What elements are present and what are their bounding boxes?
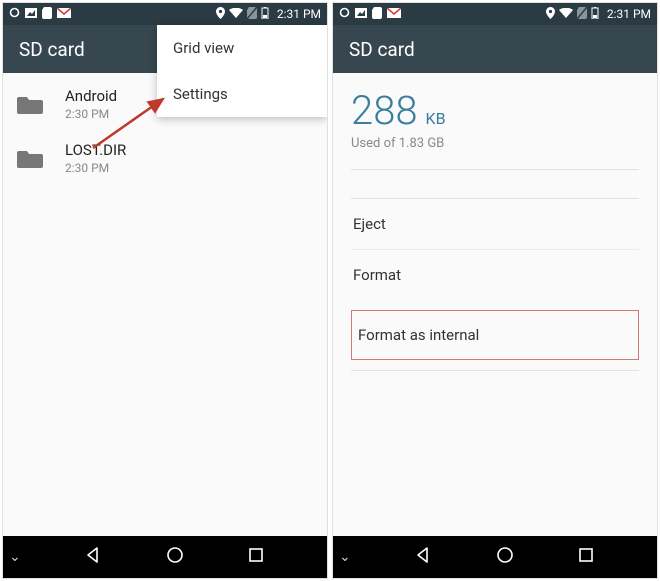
image-icon (355, 7, 367, 21)
page-title: SD card (349, 38, 415, 61)
folder-time: 2:30 PM (65, 107, 117, 121)
battery-icon (261, 7, 269, 22)
used-value: 288 (351, 87, 418, 134)
location-icon (216, 7, 225, 22)
phone-left: 2:31 PM SD card Grid view Settings Andro… (2, 2, 328, 579)
storage-used: 288 KB (351, 87, 639, 134)
status-bar: 2:31 PM (333, 3, 657, 25)
circle-icon (9, 7, 20, 21)
action-format-internal[interactable]: Format as internal (351, 310, 639, 360)
sd-details: 288 KB Used of 1.83 GB Eject Format Form… (333, 73, 657, 536)
overflow-menu: Grid view Settings (157, 25, 327, 117)
nav-caret-icon[interactable]: ⌄ (9, 549, 21, 565)
image-icon (25, 7, 37, 21)
wifi-icon (229, 7, 243, 21)
file-list: Android 2:30 PM LOST.DIR 2:30 PM (3, 73, 327, 536)
nav-back-icon[interactable] (414, 546, 432, 568)
divider (351, 370, 639, 371)
nav-recent-icon[interactable] (248, 547, 264, 567)
nav-caret-icon[interactable]: ⌄ (339, 549, 351, 565)
wifi-icon (559, 7, 573, 21)
gmail-icon (387, 7, 401, 21)
sd-icon (42, 7, 52, 22)
nav-recent-icon[interactable] (578, 547, 594, 567)
nav-bar: ⌄ (333, 536, 657, 578)
phone-right: 2:31 PM SD card 288 KB Used of 1.83 GB E… (332, 2, 658, 579)
gmail-icon (57, 7, 71, 21)
action-eject[interactable]: Eject (351, 199, 639, 250)
no-sim-icon (577, 7, 587, 22)
menu-grid-view[interactable]: Grid view (157, 25, 327, 71)
list-item[interactable]: LOST.DIR 2:30 PM (3, 131, 327, 185)
status-bar: 2:31 PM (3, 3, 327, 25)
circle-icon (339, 7, 350, 21)
nav-back-icon[interactable] (84, 546, 102, 568)
used-unit: KB (426, 109, 446, 128)
location-icon (546, 7, 555, 22)
folder-name: LOST.DIR (65, 141, 126, 159)
used-subtitle: Used of 1.83 GB (351, 136, 639, 151)
status-time: 2:31 PM (607, 7, 651, 21)
nav-home-icon[interactable] (495, 545, 515, 569)
folder-name: Android (65, 87, 117, 105)
app-bar: SD card (333, 25, 657, 73)
page-title: SD card (19, 38, 85, 61)
sd-icon (372, 7, 382, 22)
status-time: 2:31 PM (277, 7, 321, 21)
no-sim-icon (247, 7, 257, 22)
nav-bar: ⌄ (3, 536, 327, 578)
menu-settings[interactable]: Settings (157, 71, 327, 117)
folder-icon (17, 148, 43, 168)
battery-icon (591, 7, 599, 22)
action-format[interactable]: Format (351, 250, 639, 300)
folder-time: 2:30 PM (65, 161, 126, 175)
folder-icon (17, 94, 43, 114)
nav-home-icon[interactable] (165, 545, 185, 569)
